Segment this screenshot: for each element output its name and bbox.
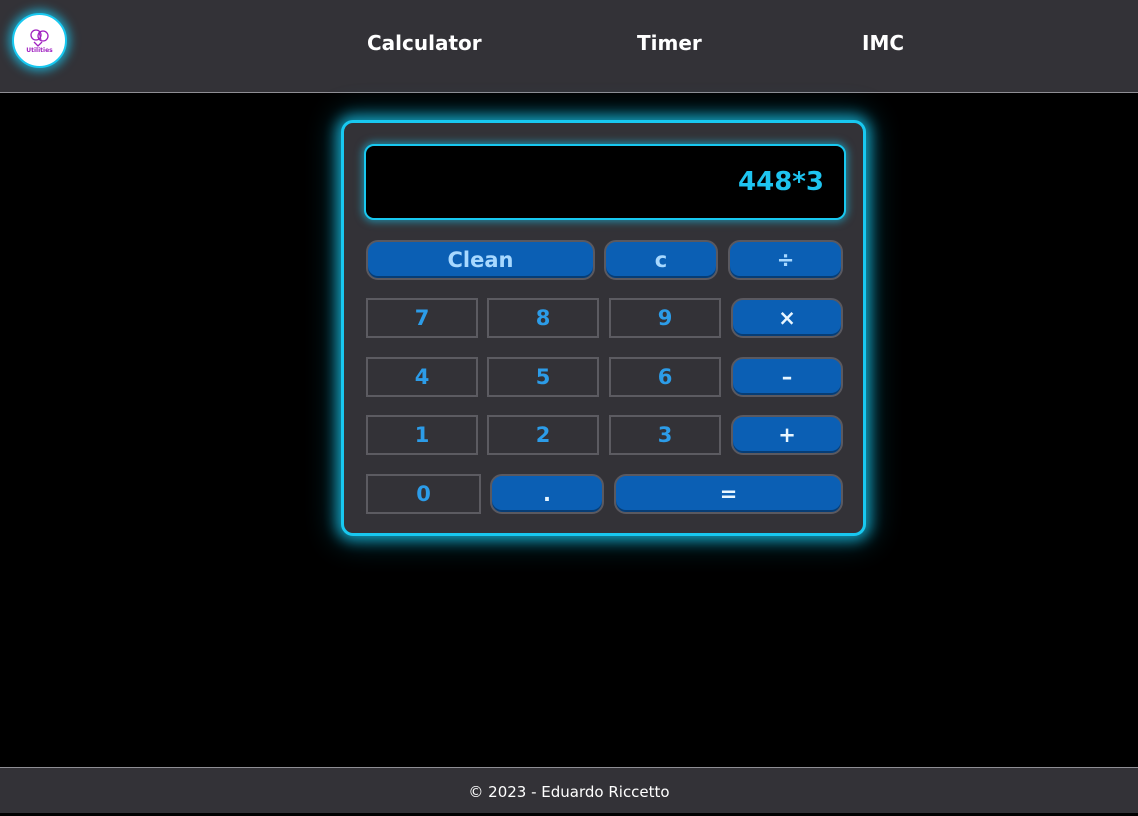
clean-button-label: Clean (447, 248, 514, 272)
decimal-point-button[interactable]: . (490, 474, 604, 514)
plus-button[interactable]: + (731, 415, 843, 455)
display-value: 448*3 (738, 167, 824, 197)
digit-0-button[interactable]: 0 (366, 474, 481, 514)
digit-3-button[interactable]: 3 (609, 415, 721, 455)
digit-0-label: 0 (416, 482, 431, 506)
calculator-panel: 448*3 Clean c ÷ 7 8 9 × 4 5 6 – 1 2 3 + … (341, 120, 866, 536)
calculator-display: 448*3 (364, 144, 846, 220)
plus-button-label: + (778, 423, 796, 447)
digit-1-button[interactable]: 1 (366, 415, 478, 455)
digit-9-label: 9 (657, 306, 673, 330)
divide-button[interactable]: ÷ (728, 240, 843, 280)
digit-1-label: 1 (414, 423, 430, 447)
digit-9-button[interactable]: 9 (609, 298, 721, 338)
digit-2-button[interactable]: 2 (487, 415, 599, 455)
multiply-button[interactable]: × (731, 298, 843, 338)
digit-5-label: 5 (535, 365, 551, 389)
minus-button[interactable]: – (731, 357, 843, 397)
page-footer: © 2023 - Eduardo Riccetto (0, 767, 1138, 813)
copyright-text: © 2023 - Eduardo Riccetto (468, 783, 670, 801)
nav-timer-link[interactable]: Timer (637, 30, 702, 56)
digit-4-label: 4 (414, 365, 430, 389)
decimal-point-label: . (543, 482, 551, 506)
app-logo[interactable]: Utilities (12, 13, 67, 68)
c-button[interactable]: c (604, 240, 718, 280)
nav-imc-link[interactable]: IMC (862, 30, 904, 56)
clean-button[interactable]: Clean (366, 240, 595, 280)
digit-8-label: 8 (535, 306, 551, 330)
digit-6-button[interactable]: 6 (609, 357, 721, 397)
digit-5-button[interactable]: 5 (487, 357, 599, 397)
divide-button-label: ÷ (776, 248, 795, 272)
digit-4-button[interactable]: 4 (366, 357, 478, 397)
equals-button-label: = (719, 482, 738, 506)
digit-7-button[interactable]: 7 (366, 298, 478, 338)
logo-text: Utilities (26, 46, 53, 54)
digit-7-label: 7 (414, 306, 430, 330)
digit-8-button[interactable]: 8 (487, 298, 599, 338)
digit-3-label: 3 (657, 423, 673, 447)
brain-icon (29, 28, 49, 47)
top-navbar: Utilities Calculator Timer IMC (0, 0, 1138, 93)
multiply-button-label: × (778, 306, 796, 330)
equals-button[interactable]: = (614, 474, 843, 514)
c-button-label: c (654, 248, 668, 272)
digit-2-label: 2 (535, 423, 551, 447)
minus-button-label: – (781, 365, 793, 389)
nav-calculator-link[interactable]: Calculator (367, 30, 482, 56)
digit-6-label: 6 (657, 365, 673, 389)
